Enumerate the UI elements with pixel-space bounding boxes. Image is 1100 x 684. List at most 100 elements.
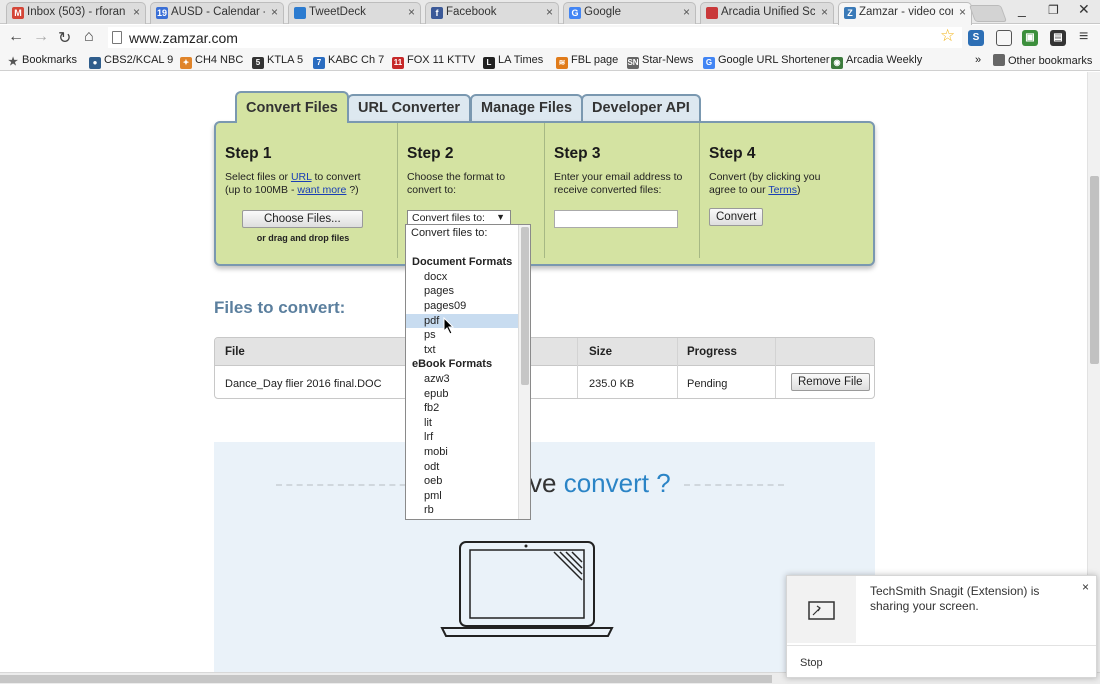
bookmark-item[interactable]: SN Star-News: [627, 54, 693, 69]
bookmark-item[interactable]: G Google URL Shortener: [703, 54, 830, 69]
horizontal-scroll-thumb[interactable]: [0, 675, 772, 683]
extension-classroom-icon[interactable]: ▣: [1022, 30, 1038, 46]
dropdown-option[interactable]: lit: [406, 416, 518, 430]
conversion-steps-panel: Step 1 Select files or URL to convert (up…: [214, 121, 875, 266]
bookmark-item[interactable]: L LA Times: [483, 54, 543, 69]
address-bar[interactable]: www.zamzar.com: [108, 27, 962, 48]
step-3: Step 3 Enter your email address to recei…: [544, 123, 699, 258]
remove-file-button[interactable]: Remove File: [791, 373, 870, 391]
bookmark-item[interactable]: ★ Bookmarks: [7, 54, 77, 68]
bookmark-star-icon[interactable]: ☆: [940, 26, 955, 46]
want-more-link[interactable]: want more: [297, 184, 346, 196]
bookmark-item[interactable]: ◉ Arcadia Weekly: [831, 54, 922, 69]
browser-tab[interactable]: f Facebook ×: [425, 2, 559, 24]
tab-manage-files[interactable]: Manage Files: [470, 94, 584, 122]
bookmark-label: FOX 11 KTTV: [407, 54, 476, 66]
tab-close-icon[interactable]: ×: [408, 5, 415, 19]
browser-tab[interactable]: M Inbox (503) - rforan ×: [6, 2, 146, 24]
dropdown-caret-icon: ▼: [496, 212, 505, 222]
convert-button[interactable]: Convert: [709, 208, 764, 226]
format-select-value: Convert files to:: [412, 212, 485, 224]
dropdown-option[interactable]: rb: [406, 503, 518, 517]
browser-tab[interactable]: TweetDeck ×: [288, 2, 421, 24]
window-close-icon[interactable]: ✕: [1078, 1, 1090, 18]
tab-label: Google: [584, 6, 622, 18]
tab-close-icon[interactable]: ×: [271, 5, 278, 19]
reload-icon[interactable]: ↻: [58, 28, 71, 48]
dropdown-option[interactable]: lrf: [406, 430, 518, 444]
promo-section: ve convert ?: [214, 442, 875, 672]
back-icon[interactable]: ←: [8, 28, 24, 46]
ktla-icon: 5: [252, 57, 264, 69]
stop-sharing-button[interactable]: Stop: [787, 645, 1096, 679]
terms-link[interactable]: Terms: [768, 184, 797, 196]
tab-url-converter[interactable]: URL Converter: [347, 94, 472, 122]
latimes-icon: L: [483, 57, 495, 69]
tab-close-icon[interactable]: ×: [546, 5, 553, 19]
column-divider: [677, 338, 678, 398]
bookmark-item[interactable]: ✦ CH4 NBC: [180, 54, 243, 69]
dropdown-option[interactable]: pages: [406, 284, 518, 298]
bookmark-label: Bookmarks: [22, 54, 78, 66]
dropdown-option[interactable]: docx: [406, 270, 518, 284]
chrome-menu-icon[interactable]: ≡: [1079, 28, 1088, 46]
browser-tab[interactable]: Arcadia Unified Sch ×: [700, 2, 834, 24]
bookmark-item[interactable]: 5 KTLA 5: [252, 54, 303, 69]
bookmark-label: Google URL Shortener: [718, 54, 830, 66]
extension-film-icon[interactable]: ▤: [1050, 30, 1066, 46]
bookmark-item[interactable]: ● CBS2/KCAL 9: [89, 54, 173, 69]
dropdown-option[interactable]: azw3: [406, 372, 518, 386]
dropdown-option[interactable]: pml: [406, 489, 518, 503]
choose-files-button[interactable]: Choose Files...: [242, 210, 363, 228]
dropdown-option[interactable]: pages09: [406, 299, 518, 313]
extension-s-icon[interactable]: S: [968, 30, 984, 46]
cbs-icon: ●: [89, 57, 101, 69]
dropdown-scroll-thumb[interactable]: [521, 227, 529, 385]
page-scroll-thumb[interactable]: [1090, 176, 1099, 364]
format-dropdown-list[interactable]: Convert files to: Document Formats docx pag…: [405, 224, 531, 520]
tab-close-icon[interactable]: ×: [133, 5, 140, 19]
bookmark-item[interactable]: ≋ FBL page: [556, 54, 618, 69]
star-icon: ★: [8, 56, 18, 68]
step-4-text: Convert (by clicking you agree to our Te…: [709, 171, 821, 196]
screen-sharing-notification: TechSmith Snagit (Extension) is sharing …: [786, 575, 1097, 678]
step-1-text: Select files or URL to convert (up to 100…: [225, 171, 361, 196]
dropdown-option[interactable]: epub: [406, 387, 518, 401]
new-tab-button[interactable]: [968, 5, 1008, 22]
tab-close-icon[interactable]: ×: [959, 5, 966, 19]
browser-tab[interactable]: Z Zamzar - video con ×: [838, 2, 972, 25]
dropdown-option[interactable]: Convert files to:: [406, 226, 518, 240]
tab-developer-api[interactable]: Developer API: [581, 94, 701, 122]
dropdown-option[interactable]: mobi: [406, 445, 518, 459]
cast-icon[interactable]: [996, 30, 1012, 46]
restore-icon[interactable]: ❐: [1048, 3, 1059, 17]
bookmark-item[interactable]: 11 FOX 11 KTTV: [392, 54, 475, 69]
browser-tab[interactable]: G Google ×: [563, 2, 696, 24]
step-4: Step 4 Convert (by clicking you agree to…: [699, 123, 875, 258]
tab-close-icon[interactable]: ×: [683, 5, 690, 19]
notification-icon-box: [787, 576, 856, 643]
minimize-icon[interactable]: _: [1018, 1, 1026, 17]
url-link[interactable]: URL: [291, 171, 312, 183]
dropdown-option[interactable]: oeb: [406, 474, 518, 488]
more-bookmarks-chevron[interactable]: »: [975, 54, 981, 66]
dropdown-option[interactable]: fb2: [406, 401, 518, 415]
starnews-icon: SN: [627, 57, 639, 69]
email-input[interactable]: [554, 210, 678, 228]
dropdown-option[interactable]: pdf: [406, 313, 518, 328]
dropdown-option[interactable]: ps: [406, 328, 518, 342]
tab-convert-files[interactable]: Convert Files: [235, 91, 349, 123]
dropdown-scrollbar[interactable]: [518, 225, 530, 519]
bookmark-item[interactable]: 7 KABC Ch 7: [313, 54, 384, 69]
browser-tab[interactable]: 19AUSD - Calendar - M ×: [150, 2, 284, 24]
folder-icon: [993, 54, 1005, 66]
dropdown-option[interactable]: odt: [406, 460, 518, 474]
tweetdeck-icon: [294, 7, 306, 19]
home-icon[interactable]: ⌂: [84, 28, 94, 46]
tab-close-icon[interactable]: ×: [821, 5, 828, 19]
dropdown-option[interactable]: txt: [406, 343, 518, 357]
forward-icon[interactable]: →: [33, 28, 49, 46]
gmail-icon: M: [12, 7, 24, 19]
notification-close-icon[interactable]: ×: [1082, 580, 1089, 594]
other-bookmarks[interactable]: Other bookmarks: [993, 54, 1092, 67]
